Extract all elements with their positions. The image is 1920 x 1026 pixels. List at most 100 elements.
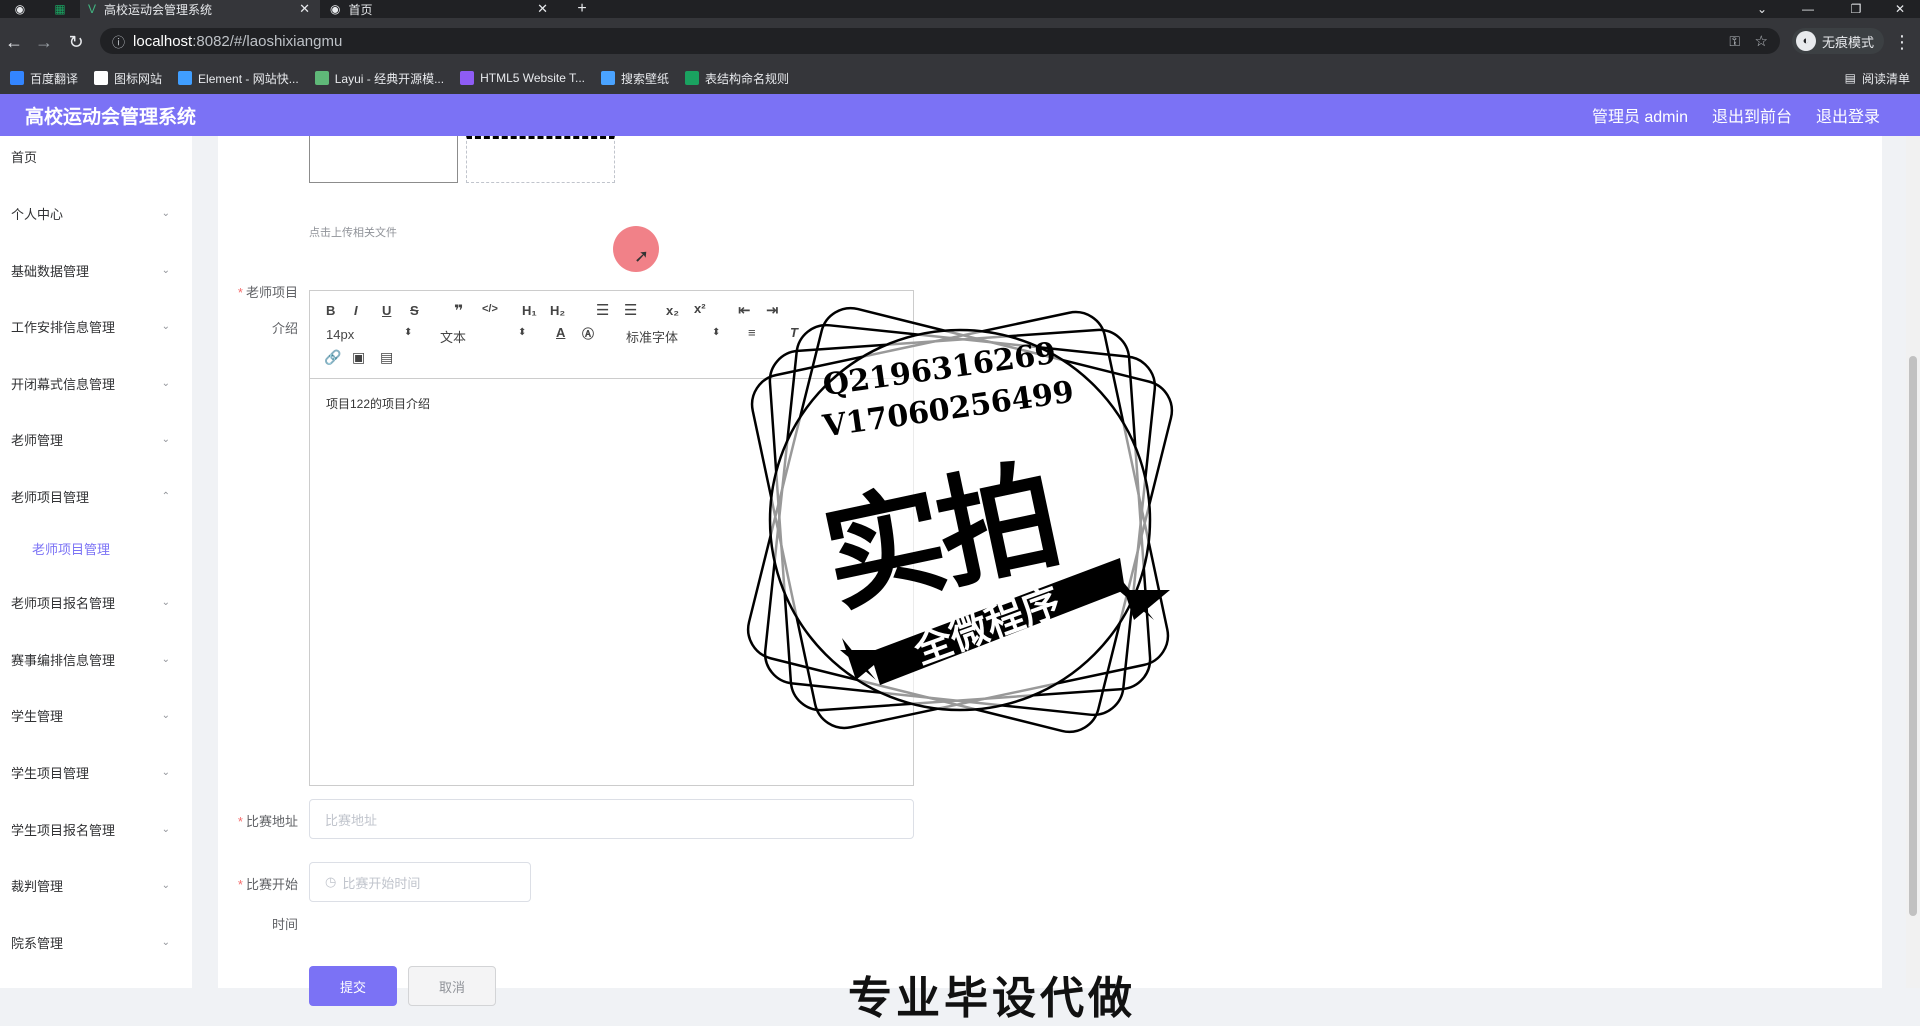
image-icon[interactable]: ▣ [352, 349, 365, 366]
sidebar-item-teachers[interactable]: 老师管理 ⌄ [0, 419, 192, 459]
submit-button[interactable]: 提交 [309, 966, 397, 1006]
sidebar-item-label: 裁判管理 [11, 878, 64, 894]
html5-icon [460, 71, 475, 85]
incognito-badge[interactable]: ◐ 无痕模式 [1792, 28, 1885, 54]
logout-link[interactable]: 退出登录 [1816, 103, 1880, 127]
sidebar-item-teacher-projects[interactable]: 老师项目管理 ⌃ [0, 476, 192, 516]
upload-trigger[interactable] [466, 136, 615, 183]
bookmark-item[interactable]: 表结构命名规则 [685, 70, 789, 87]
tab-title: 首页 [348, 2, 373, 17]
pinned-tab-sheet-icon[interactable]: ▦ [40, 0, 80, 18]
chevron-down-icon: ⌄ [161, 433, 170, 445]
flag-icon [94, 71, 109, 85]
page-scrollbar[interactable] [1906, 136, 1920, 988]
tab-title: 高校运动会管理系统 [104, 2, 213, 17]
bullet-list-icon[interactable]: ☰ [624, 301, 637, 319]
background-color-icon[interactable]: Ⓐ [582, 325, 594, 342]
sidebar-item-label: 赛事编排信息管理 [11, 652, 116, 668]
sidebar-item-student-signup[interactable]: 学生项目报名管理 ⌄ [0, 809, 192, 849]
exit-front-link[interactable]: 退出到前台 [1712, 103, 1792, 127]
sidebar-item-personal[interactable]: 个人中心 ⌄ [0, 193, 192, 233]
sidebar-item-teacher-signup[interactable]: 老师项目报名管理 ⌄ [0, 582, 192, 622]
ordered-list-icon[interactable]: ☰ [596, 301, 609, 319]
code-icon[interactable]: </> [482, 303, 498, 315]
italic-icon[interactable]: I [354, 303, 358, 318]
address-input[interactable]: 比赛地址 [309, 799, 914, 839]
sidebar-item-work[interactable]: 工作安排信息管理 ⌄ [0, 306, 192, 346]
sidebar-item-label: 老师管理 [11, 432, 64, 448]
chevron-up-icon: ⌃ [161, 490, 170, 502]
reading-list[interactable]: ▤ 阅读清单 [1845, 62, 1910, 94]
uploaded-file-thumb[interactable] [309, 136, 458, 183]
video-icon[interactable]: ▤ [380, 349, 393, 366]
cancel-button[interactable]: 取消 [408, 966, 496, 1006]
tab-active[interactable]: V 高校运动会管理系统 ✕ [80, 0, 320, 18]
tab-close-icon[interactable]: ✕ [299, 1, 310, 17]
start-time-label-2: 时间 [271, 917, 298, 932]
bookmark-item[interactable]: HTML5 Website T... [460, 71, 585, 85]
bookmark-item[interactable]: Layui - 经典开源模... [314, 70, 444, 87]
editor-content[interactable]: 项目122的项目介绍 [326, 395, 430, 412]
sidebar-item-home[interactable]: 首页 [0, 136, 192, 176]
app-title: 高校运动会管理系统 [25, 106, 197, 128]
sidebar-item-ceremony[interactable]: 开闭幕式信息管理 ⌄ [0, 363, 192, 403]
select-arrow-icon: ⬍ [712, 327, 721, 338]
strike-icon[interactable]: S [410, 303, 419, 318]
forward-icon[interactable]: → [32, 30, 56, 54]
chevron-down-icon: ⌄ [161, 264, 170, 276]
sidebar-item-basic-data[interactable]: 基础数据管理 ⌄ [0, 250, 192, 290]
bold-icon[interactable]: B [326, 303, 335, 318]
scrollbar-thumb[interactable] [1909, 356, 1917, 916]
tab-home[interactable]: ◉ 首页 ✕ [322, 0, 558, 18]
new-tab-button[interactable]: + [562, 0, 602, 18]
link-icon[interactable]: 🔗 [324, 349, 341, 366]
sidebar-item-students[interactable]: 学生管理 ⌄ [0, 695, 192, 735]
sidebar-item-label: 学生项目报名管理 [11, 822, 116, 838]
blockquote-icon[interactable]: ❞ [454, 301, 463, 321]
font-color-icon[interactable]: A [556, 325, 565, 340]
bookmarks-bar: 百度翻译 图标网站 Element - 网站快... Layui - 经典开源模… [0, 62, 1920, 94]
bookmark-label: HTML5 Website T... [480, 71, 586, 85]
heading2-icon[interactable]: H₂ [550, 303, 565, 318]
back-icon[interactable]: ← [2, 30, 26, 54]
superscript-icon[interactable]: x² [694, 301, 706, 316]
sidebar-item-label: 院系管理 [11, 935, 64, 951]
close-window-icon[interactable]: ✕ [1880, 0, 1920, 18]
key-icon[interactable]: ⚿ [1729, 33, 1740, 50]
chevron-down-icon: ⌄ [161, 879, 170, 891]
pinned-tab-globe-icon[interactable]: ◉ [0, 0, 40, 18]
start-time-picker[interactable]: ◷ 比赛开始时间 [309, 862, 531, 902]
tab-close-icon[interactable]: ✕ [537, 1, 548, 17]
minimize-icon[interactable]: — [1788, 0, 1828, 18]
sidebar-item-schedule[interactable]: 赛事编排信息管理 ⌄ [0, 639, 192, 679]
reload-icon[interactable]: ↻ [64, 30, 88, 54]
star-icon[interactable]: ☆ [1755, 32, 1768, 50]
bookmark-item[interactable]: 百度翻译 [10, 70, 78, 87]
vue-icon: V [88, 2, 97, 16]
address-bar[interactable]: ⓘ localhost :8082/#/laoshixiangmu ⚿ ☆ [100, 28, 1780, 54]
menu-icon[interactable]: ⋮ [1890, 30, 1914, 54]
underline-icon[interactable]: U [382, 303, 391, 318]
restore-icon[interactable]: ❐ [1836, 0, 1876, 18]
watermark-stamp: Q2196316269 V17060256499 实拍 全微程序 [730, 290, 1190, 750]
font-family-select[interactable]: 标准字体 [626, 327, 678, 346]
font-size-select[interactable]: 14px [326, 327, 354, 342]
bookmark-label: 表结构命名规则 [705, 71, 790, 86]
tab-search-icon[interactable]: ⌄ [1742, 0, 1782, 18]
sidebar-item-label: 基础数据管理 [11, 263, 90, 279]
chevron-down-icon: ⌄ [161, 207, 170, 219]
sidebar-item-departments[interactable]: 院系管理 ⌄ [0, 922, 192, 962]
block-type-select[interactable]: 文本 [440, 327, 466, 346]
sidebar-item-label: 老师项目报名管理 [11, 595, 116, 611]
heading1-icon[interactable]: H₁ [522, 303, 537, 318]
sidebar-item-referees[interactable]: 裁判管理 ⌄ [0, 865, 192, 905]
bookmark-item[interactable]: Element - 网站快... [178, 70, 299, 87]
sidebar-subitem-teacher-projects[interactable]: 老师项目管理 [0, 528, 192, 568]
bookmark-item[interactable]: 图标网站 [94, 70, 162, 87]
bookmark-item[interactable]: 搜索壁纸 [601, 70, 669, 87]
sidebar-item-student-projects[interactable]: 学生项目管理 ⌄ [0, 752, 192, 792]
chevron-down-icon: ⌄ [161, 653, 170, 665]
browser-tabstrip: ◉ ▦ V 高校运动会管理系统 ✕ ◉ 首页 ✕ + ⌄ — ❐ ✕ [0, 0, 1920, 18]
subscript-icon[interactable]: x₂ [666, 303, 679, 318]
sheet-icon [685, 71, 700, 85]
